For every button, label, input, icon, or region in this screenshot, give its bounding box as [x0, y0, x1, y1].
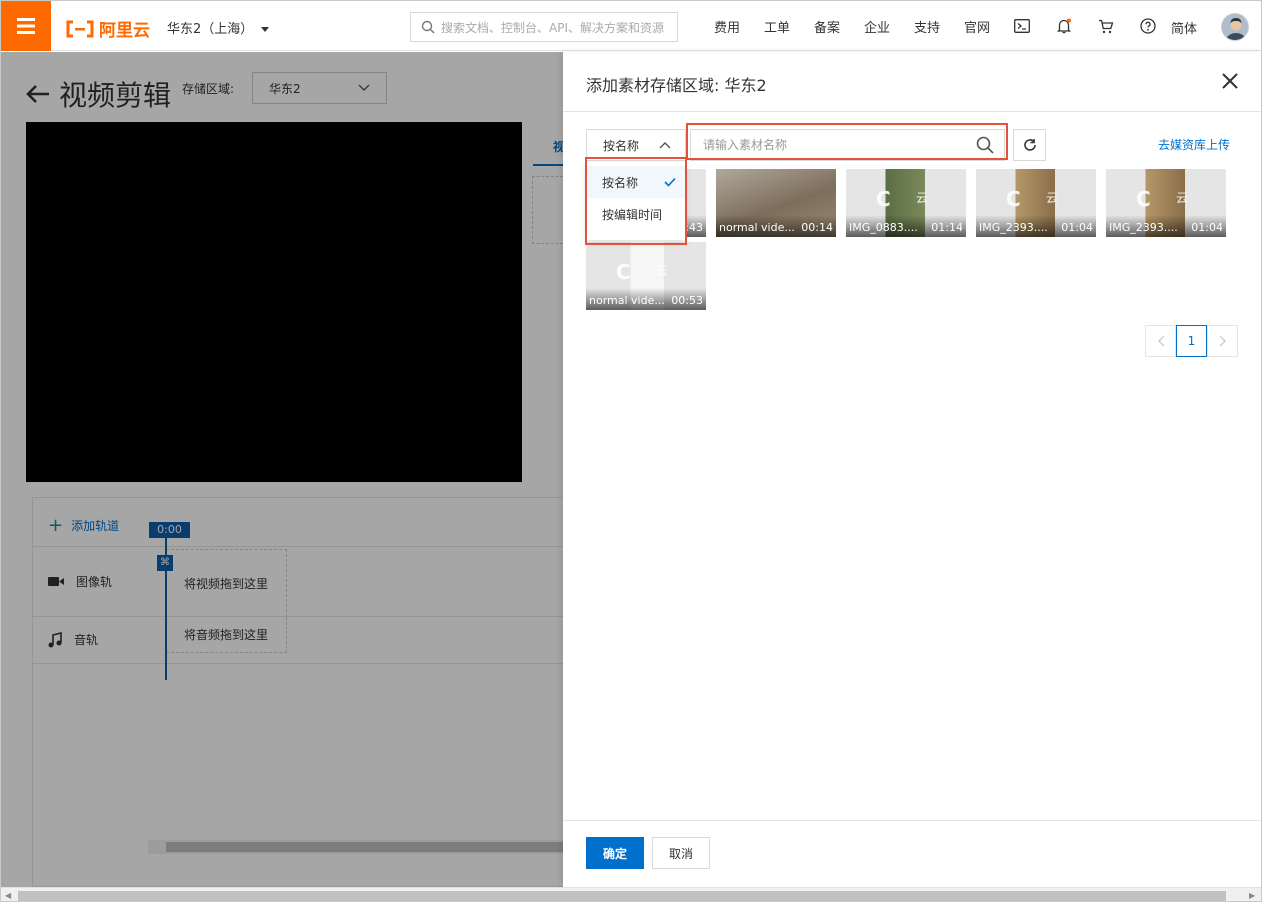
cancel-button[interactable]: 取消 [652, 837, 710, 869]
brand-name: 阿里云 [99, 21, 150, 41]
panel-title: 添加素材存储区域: 华东2 [586, 76, 767, 95]
material-name: normal vide... [719, 221, 795, 234]
watermark-text: 云 [656, 264, 669, 278]
chevron-left-icon [1157, 335, 1164, 347]
material-name: IMG_2393.... [979, 221, 1048, 234]
nav-billing[interactable]: 费用 [702, 17, 752, 36]
panel-footer: 确定 取消 [563, 820, 1261, 887]
terminal-icon[interactable] [1001, 19, 1043, 33]
material-caption: IMG_0883.... 01:14 [846, 215, 966, 237]
top-nav-links: 费用 工单 备案 企业 支持 官网 [702, 1, 1002, 51]
panel-header: 添加素材存储区域: 华东2 [563, 52, 1261, 112]
watermark-text: 云 [1046, 191, 1059, 205]
nav-enterprise[interactable]: 企业 [852, 17, 902, 36]
app-window: 阿里云 华东2（上海） 搜索文档、控制台、API、解决方案和资源 费用 工单 备… [0, 0, 1262, 902]
material-card[interactable]: C 云 IMG_2393.... 01:04 [976, 169, 1096, 237]
scroll-right-icon[interactable]: ▶ [1249, 891, 1255, 900]
material-name: IMG_2393.... [1109, 221, 1178, 234]
material-name: normal vide... [589, 294, 665, 307]
material-card[interactable]: C 云 IMG_0883.... 01:14 [846, 169, 966, 237]
material-duration: 01:04 [1061, 221, 1093, 234]
nav-official-site[interactable]: 官网 [952, 17, 1002, 36]
page-scrollbar-thumb[interactable] [18, 891, 1226, 901]
upload-to-media-library-link[interactable]: 去媒资库上传 [1158, 136, 1230, 153]
watermark-logo: C [1136, 187, 1151, 211]
dropdown-highlight-box [585, 157, 687, 245]
top-icon-group [1001, 1, 1169, 51]
material-card[interactable]: C 云 IMG_2393.... 01:04 [1106, 169, 1226, 237]
language-switch[interactable]: 简体 [1171, 18, 1197, 37]
global-search-input[interactable]: 搜索文档、控制台、API、解决方案和资源 [410, 12, 678, 42]
nav-support[interactable]: 支持 [902, 17, 952, 36]
material-duration: 00:53 [671, 294, 703, 307]
modal-overlay[interactable] [1, 52, 563, 887]
material-caption: IMG_2393.... 01:04 [976, 215, 1096, 237]
prev-page-button[interactable] [1145, 325, 1176, 357]
caret-down-icon [261, 27, 270, 32]
watermark-text: 云 [1176, 191, 1189, 205]
chevron-right-icon [1219, 335, 1226, 347]
next-page-button[interactable] [1207, 325, 1238, 357]
add-material-panel: 添加素材存储区域: 华东2 按名称 去媒资库上传 :43 normal vide… [563, 52, 1261, 887]
pagination: 1 [1145, 325, 1238, 357]
search-highlight-box [686, 123, 1008, 160]
nav-icp[interactable]: 备案 [802, 17, 852, 36]
material-duration: 01:04 [1191, 221, 1223, 234]
global-search-placeholder: 搜索文档、控制台、API、解决方案和资源 [441, 20, 664, 35]
material-caption: IMG_2393.... 01:04 [1106, 215, 1226, 237]
chevron-up-icon [659, 142, 671, 149]
watermark-logo: C [876, 187, 891, 211]
scroll-left-icon[interactable]: ◀ [5, 891, 11, 900]
menu-icon[interactable] [1, 1, 51, 51]
aliyun-logo-icon [66, 20, 94, 37]
material-caption: normal vide... 00:53 [586, 288, 706, 310]
sort-select-value: 按名称 [603, 138, 640, 153]
nav-ticket[interactable]: 工单 [752, 17, 802, 36]
material-duration: :43 [685, 221, 703, 234]
watermark-logo: C [1006, 187, 1021, 211]
confirm-button[interactable]: 确定 [586, 837, 644, 869]
material-duration: 00:14 [801, 221, 833, 234]
watermark-text: 云 [916, 191, 929, 205]
bell-icon[interactable] [1043, 18, 1085, 34]
region-label: 华东2（上海） [167, 22, 254, 37]
material-card[interactable]: C 云 normal vide... 00:53 [586, 242, 706, 310]
refresh-button[interactable] [1013, 129, 1046, 161]
page-number-button[interactable]: 1 [1176, 325, 1207, 357]
material-card[interactable]: normal vide... 00:14 [716, 169, 836, 237]
close-icon[interactable] [1219, 70, 1241, 92]
refresh-icon [1023, 139, 1036, 151]
material-caption: normal vide... 00:14 [716, 215, 836, 237]
material-duration: 01:14 [931, 221, 963, 234]
top-navigation-bar: 阿里云 华东2（上海） 搜索文档、控制台、API、解决方案和资源 费用 工单 备… [1, 1, 1261, 51]
search-icon [421, 20, 435, 34]
region-selector[interactable]: 华东2（上海） [167, 18, 270, 37]
help-icon[interactable] [1127, 18, 1169, 34]
brand-logo[interactable]: 阿里云 [65, 16, 150, 41]
page-horizontal-scrollbar[interactable]: ◀ ▶ [1, 887, 1261, 901]
watermark-logo: C [616, 260, 631, 284]
avatar[interactable] [1221, 13, 1249, 41]
cart-icon[interactable] [1085, 19, 1127, 34]
material-name: IMG_0883.... [849, 221, 918, 234]
